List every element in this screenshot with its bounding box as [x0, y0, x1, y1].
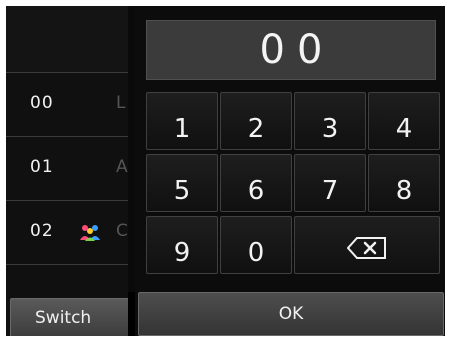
backspace-button[interactable]: [294, 216, 440, 274]
key-4[interactable]: 4: [368, 92, 440, 150]
screen: 00 L 01 A 02 C Switch 00 1 2 3 4 5 6 7 8…: [0, 0, 450, 341]
key-0[interactable]: 0: [220, 216, 292, 274]
list-item-number: 01: [30, 157, 54, 177]
list-item-00[interactable]: 00 L: [6, 73, 128, 137]
list-item-02[interactable]: 02 C: [6, 201, 128, 265]
key-2[interactable]: 2: [220, 92, 292, 150]
key-7[interactable]: 7: [294, 154, 366, 212]
list-item-name: L: [116, 93, 126, 113]
key-5[interactable]: 5: [146, 154, 218, 212]
list-header: [6, 6, 128, 73]
list-item-name: A: [116, 157, 128, 177]
numeric-keypad-panel: 00 1 2 3 4 5 6 7 8 9 0 OK: [135, 6, 445, 336]
number-entry-display: 00: [146, 20, 436, 80]
backspace-icon: [347, 237, 386, 259]
list-item-name: C: [116, 221, 128, 241]
contact-list-panel: 00 L 01 A 02 C Switch: [6, 6, 128, 336]
key-9[interactable]: 9: [146, 216, 218, 274]
group-icon: [80, 225, 100, 241]
list-item-number: 02: [30, 221, 54, 241]
panel-divider: [128, 6, 135, 292]
key-8[interactable]: 8: [368, 154, 440, 212]
key-6[interactable]: 6: [220, 154, 292, 212]
ok-button[interactable]: OK: [138, 292, 444, 336]
switch-button[interactable]: Switch: [10, 298, 128, 336]
list-item-number: 00: [30, 93, 54, 113]
key-3[interactable]: 3: [294, 92, 366, 150]
key-1[interactable]: 1: [146, 92, 218, 150]
list-item-01[interactable]: 01 A: [6, 137, 128, 201]
